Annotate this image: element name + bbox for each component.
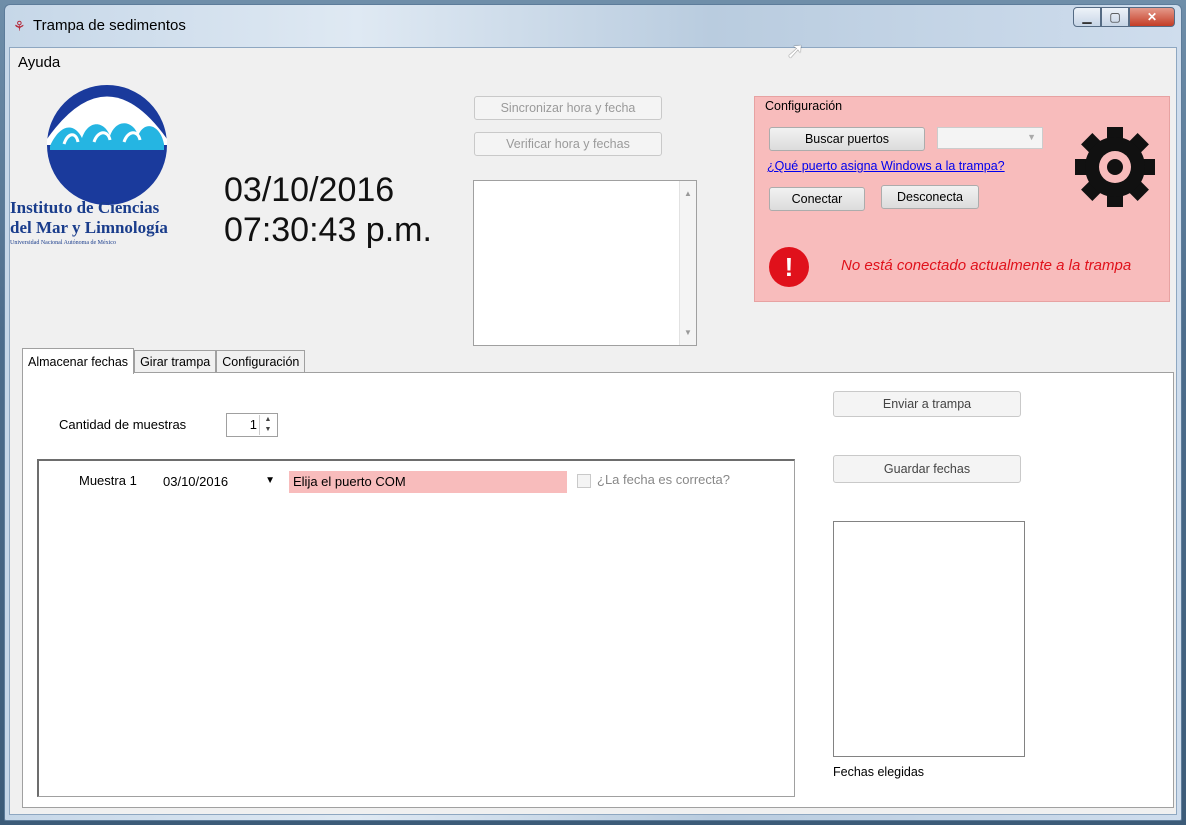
sample-date-picker[interactable]: 03/10/2016 ▼: [159, 471, 281, 493]
port-message-text: Elija el puerto COM: [293, 474, 406, 489]
current-time: 07:30:43 p.m.: [224, 211, 432, 249]
send-to-trap-button[interactable]: Enviar a trampa: [833, 391, 1021, 417]
date-correct-checkbox[interactable]: [577, 474, 591, 488]
minimize-button[interactable]: ▁: [1073, 7, 1101, 27]
port-message-field: Elija el puerto COM: [289, 471, 567, 493]
sync-time-button[interactable]: Sincronizar hora y fecha: [474, 96, 662, 120]
sample-label: Muestra 1: [79, 473, 137, 488]
tab-configuracion[interactable]: Configuración: [216, 350, 306, 373]
chosen-dates-list[interactable]: [833, 521, 1025, 757]
disconnect-button[interactable]: Desconecta: [881, 185, 979, 209]
scroll-down-icon[interactable]: ▼: [684, 328, 692, 337]
chevron-down-icon: ▼: [1027, 132, 1036, 142]
gear-icon[interactable]: [1073, 125, 1157, 209]
config-group-title: Configuración: [765, 99, 843, 113]
caption-buttons: ▁ ▢ ✕: [1073, 7, 1175, 27]
main-window: ⚘ Trampa de sedimentos ▁ ▢ ✕ Ayuda Insti…: [4, 4, 1182, 821]
tab-almacenar-fechas[interactable]: Almacenar fechas: [22, 348, 135, 374]
university-line: Universidad Nacional Autónoma de México: [10, 240, 116, 246]
maximize-button[interactable]: ▢: [1101, 7, 1129, 27]
port-combo[interactable]: ▼: [937, 127, 1043, 149]
samples-panel: Muestra 1 03/10/2016 ▼ Elija el puerto C…: [37, 459, 795, 797]
date-correct-label: ¿La fecha es correcta?: [597, 472, 730, 487]
clock-display: 03/10/2016 07:30:43 p.m.: [224, 170, 432, 250]
sample-count-stepper[interactable]: 1 ▲ ▼: [226, 413, 278, 437]
save-dates-button[interactable]: Guardar fechas: [833, 455, 1021, 483]
connection-status-text: No está conectado actualmente a la tramp…: [841, 257, 1132, 274]
verify-time-button[interactable]: Verificar hora y fechas: [474, 132, 662, 156]
port-help-link[interactable]: ¿Qué puerto asigna Windows a la trampa?: [767, 159, 1005, 173]
spin-arrows-icon[interactable]: ▲ ▼: [259, 415, 276, 435]
log-textbox[interactable]: ▲ ▼: [473, 180, 697, 346]
institute-name: Instituto de Ciencias del Mar y Limnolog…: [10, 198, 210, 246]
chosen-dates-label: Fechas elegidas: [833, 765, 925, 779]
connect-button[interactable]: Conectar: [769, 187, 865, 211]
institute-logo: [47, 85, 167, 205]
menu-help[interactable]: Ayuda: [18, 54, 60, 71]
search-ports-button[interactable]: Buscar puertos: [769, 127, 925, 151]
chevron-down-icon[interactable]: ▼: [265, 475, 275, 486]
connection-config-group: Configuración Buscar puertos ▼ ¿Qué puer…: [754, 96, 1170, 302]
window-title: Trampa de sedimentos: [33, 17, 186, 34]
institute-line-2: del Mar y Limnología: [10, 218, 168, 237]
log-scrollbar[interactable]: ▲ ▼: [679, 181, 696, 345]
store-dates-panel: Cantidad de muestras 1 ▲ ▼ Muestra 1 03/1…: [22, 372, 1174, 808]
app-trap-icon: ⚘: [13, 18, 26, 34]
tab-girar-trampa[interactable]: Girar trampa: [134, 350, 217, 373]
warning-icon: !: [769, 247, 809, 287]
title-bar[interactable]: ⚘ Trampa de sedimentos ▁ ▢ ✕: [5, 5, 1181, 45]
institute-line-1: Instituto de Ciencias: [10, 198, 160, 217]
sample-date-value: 03/10/2016: [163, 474, 229, 489]
scroll-up-icon[interactable]: ▲: [684, 189, 692, 198]
tab-strip: Almacenar fechas Girar trampa Configurac…: [22, 348, 306, 374]
mouse-cursor-icon: ➚: [786, 38, 805, 63]
close-button[interactable]: ✕: [1129, 7, 1175, 27]
sample-count-value: 1: [249, 417, 257, 432]
sample-count-label: Cantidad de muestras: [59, 417, 187, 432]
client-area: Ayuda Instituto de Ciencias del Mar y Li…: [9, 47, 1177, 815]
current-date: 03/10/2016: [224, 171, 395, 209]
